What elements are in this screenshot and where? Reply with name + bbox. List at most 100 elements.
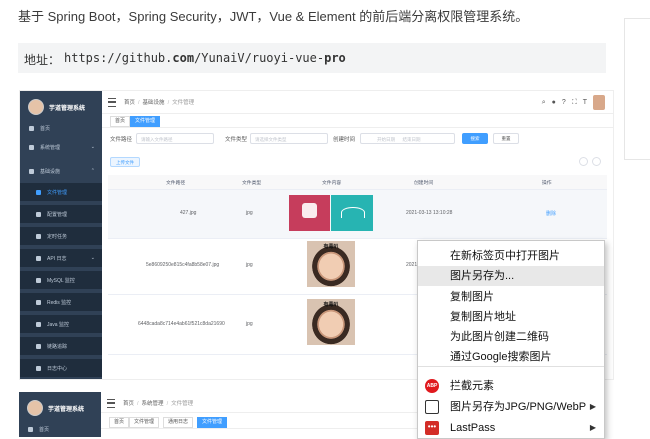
- clock-icon: [36, 233, 41, 239]
- upload-button[interactable]: 上传文件: [110, 157, 140, 167]
- top-navbar: 首页 / 基础设施 / 文件管理 ⌕ ● ? ⛶ T: [102, 91, 613, 114]
- adblock-plus-icon: ABP: [425, 379, 439, 393]
- sidebar-item-config[interactable]: 配置管理: [20, 205, 102, 223]
- breadcrumb: 首页 / 系统管理 / 文件管理: [123, 401, 194, 407]
- header-path: 文件路径: [166, 181, 186, 186]
- navbar-tools: ⌕ ● ? ⛶ T: [542, 95, 605, 110]
- date-range-input[interactable]: 开始日期 结束日期: [360, 133, 455, 144]
- right-side-panel: [624, 18, 650, 160]
- menu-divider: [418, 366, 604, 367]
- cell-path: 427.jpg: [180, 210, 197, 216]
- breadcrumb-current: 文件管理: [172, 100, 195, 106]
- database-icon: [36, 277, 41, 283]
- sidebar: 芋道管理系统 首页 系统管理 ⌄ 基础设施 ⌃ 文件管理 配置管理 定时任务 API…: [20, 91, 102, 379]
- file-thumbnail-red[interactable]: [289, 195, 330, 231]
- sidebar: 芋道管理系统 首页: [19, 392, 101, 437]
- redis-icon: [36, 299, 41, 305]
- tag-files-active[interactable]: 文件管理: [197, 417, 228, 428]
- admin-screenshot-2[interactable]: 芋道管理系统 首页 首页 / 系统管理 / 文件管理 首页 文件管理 通用日志 文件管理: [19, 392, 417, 437]
- sidebar-item-trace[interactable]: 链路追踪: [20, 337, 102, 355]
- home-icon: [28, 426, 33, 432]
- sidebar-item-jobs[interactable]: 定时任务: [20, 227, 102, 245]
- gear-icon: [29, 144, 34, 150]
- address-label: 地址：: [24, 53, 61, 67]
- menu-copy-image-address[interactable]: 复制图片地址: [418, 307, 604, 327]
- tags-bar: 首页 文件管理: [102, 113, 613, 128]
- file-icon: [36, 189, 41, 195]
- menu-save-image-as[interactable]: 图片另存为...: [418, 266, 604, 286]
- tag-oplog[interactable]: 通用日志: [163, 417, 194, 428]
- time-label: 创建时间: [333, 137, 356, 143]
- app-title: 芋道管理系统: [48, 406, 85, 413]
- fullscreen-icon[interactable]: ⛶: [572, 99, 577, 107]
- header-ops: 操作: [542, 181, 552, 186]
- tag-files[interactable]: 文件管理: [129, 417, 160, 428]
- log-icon: [36, 255, 41, 261]
- tag-home[interactable]: 首页: [110, 116, 131, 127]
- sidebar-item-api-log[interactable]: API 日志 ⌄: [20, 249, 102, 267]
- submenu-arrow-icon: ▶: [589, 423, 596, 432]
- menu-save-as-format[interactable]: 图片另存为JPG/PNG/WebP ▶: [418, 397, 604, 417]
- file-thumbnail-baby[interactable]: 有毒叭: [307, 299, 355, 345]
- app-title: 芋道管理系统: [49, 105, 86, 112]
- menu-open-image-new-tab[interactable]: 在新标签页中打开图片: [418, 246, 604, 266]
- sidebar-item-java[interactable]: Java 监控: [20, 315, 102, 333]
- cell-path: 6448cada8c714e4ab61f521c8da21690: [138, 321, 225, 327]
- delete-link[interactable]: 删除: [546, 210, 556, 217]
- header-content: 文件内容: [322, 181, 342, 186]
- breadcrumb-infra[interactable]: 基础设施: [143, 100, 165, 106]
- sidebar-item-redis[interactable]: Redis 监控: [20, 293, 102, 311]
- cell-type: jpg: [246, 321, 253, 327]
- cell-time: 2021: [406, 262, 418, 268]
- search-icon[interactable]: ⌕: [542, 99, 546, 107]
- address-url[interactable]: https://github.com/YunaiV/ruoyi-vue-pro: [64, 51, 346, 65]
- lastpass-icon: •••: [425, 421, 439, 435]
- tag-files[interactable]: 文件管理: [130, 116, 161, 127]
- path-input[interactable]: 请输入文件路径: [136, 133, 214, 144]
- search-button[interactable]: 搜索: [462, 133, 488, 144]
- menu-block-element[interactable]: ABP 拦截元素: [418, 376, 604, 396]
- type-select[interactable]: 请选择文件类型: [250, 133, 328, 144]
- menu-search-google[interactable]: 通过Google搜索图片: [418, 347, 604, 367]
- top-navbar: 首页 / 系统管理 / 文件管理: [101, 392, 417, 413]
- menu-copy-image[interactable]: 复制图片: [418, 287, 604, 307]
- sidebar-item-system[interactable]: 系统管理 ⌄: [20, 138, 102, 156]
- sidebar-item-home[interactable]: 首页: [19, 420, 101, 437]
- github-icon[interactable]: ●: [552, 99, 556, 106]
- sidebar-logo: 芋道管理系统: [28, 97, 85, 117]
- sidebar-item-infra[interactable]: 基础设施 ⌃: [20, 162, 102, 180]
- java-icon: [36, 321, 41, 327]
- image-icon: [425, 400, 439, 414]
- cell-path: 5e8609250e815c4fa8b58e07.jpg: [146, 262, 220, 268]
- tag-home[interactable]: 首页: [109, 417, 130, 428]
- breadcrumb: 首页 / 基础设施 / 文件管理: [124, 100, 195, 106]
- path-label: 文件路径: [110, 137, 133, 143]
- header-time: 创建时间: [414, 181, 434, 186]
- refresh-icon[interactable]: [592, 157, 601, 166]
- cell-time: 2021-03-13 13:10:28: [406, 210, 453, 216]
- cell-type: jpg: [246, 262, 253, 268]
- menu-create-qr-code[interactable]: 为此图片创建二维码: [418, 327, 604, 347]
- file-thumbnail-baby[interactable]: 有毒叭: [307, 241, 355, 287]
- breadcrumb-home[interactable]: 首页: [124, 100, 135, 106]
- hamburger-icon[interactable]: [107, 399, 115, 408]
- logo-avatar: [27, 400, 43, 416]
- user-avatar[interactable]: [593, 95, 605, 110]
- logo-avatar: [28, 99, 44, 115]
- search-toggle-icon[interactable]: [579, 157, 588, 166]
- menu-lastpass[interactable]: ••• LastPass ▶: [418, 418, 604, 438]
- cell-type: jpg: [246, 210, 253, 216]
- reset-button[interactable]: 重置: [493, 133, 519, 144]
- header-type: 文件类型: [242, 181, 262, 186]
- address-code-block: 地址： https://github.com/YunaiV/ruoyi-vue-…: [18, 43, 606, 73]
- file-thumbnail-teal[interactable]: [331, 195, 373, 231]
- font-size-icon[interactable]: T: [583, 99, 587, 106]
- sidebar-item-home[interactable]: 首页: [20, 119, 102, 137]
- help-icon[interactable]: ?: [562, 99, 566, 106]
- sidebar-item-files[interactable]: 文件管理: [20, 183, 102, 201]
- hamburger-icon[interactable]: [108, 98, 116, 107]
- sidebar-item-logs[interactable]: 日志中心: [20, 359, 102, 377]
- type-label: 文件类型: [225, 137, 248, 143]
- home-icon: [29, 125, 34, 131]
- sidebar-item-mysql[interactable]: MySQL 监控: [20, 271, 102, 289]
